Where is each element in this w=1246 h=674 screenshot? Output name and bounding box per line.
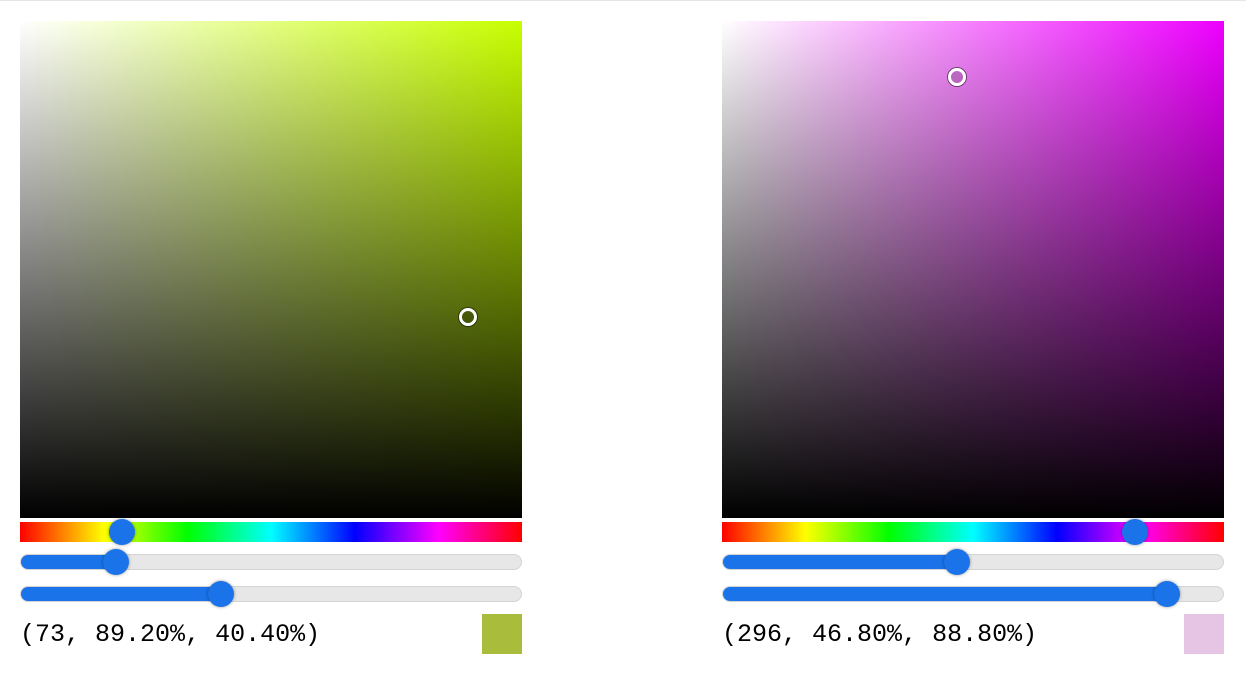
slider-1[interactable] — [722, 554, 1224, 570]
slider-2-fill — [723, 587, 1167, 601]
color-pickers-row: (73, 89.20%, 40.40%) (296, 46.80%, 88.80%… — [20, 21, 1226, 654]
slider-1[interactable] — [20, 554, 522, 570]
hsv-readout: (296, 46.80%, 88.80%) — [722, 620, 1037, 649]
black-gradient-layer — [722, 21, 1224, 518]
saturation-value-area[interactable] — [722, 21, 1224, 518]
hsv-readout: (73, 89.20%, 40.40%) — [20, 620, 320, 649]
hue-thumb[interactable] — [1122, 519, 1148, 545]
hue-thumb[interactable] — [109, 519, 135, 545]
color-picker-0: (73, 89.20%, 40.40%) — [20, 21, 522, 654]
color-swatch — [1184, 614, 1224, 654]
slider-1-thumb[interactable] — [944, 549, 970, 575]
saturation-value: 46.80% — [812, 620, 902, 649]
saturation-value: 89.20% — [95, 620, 185, 649]
slider-2-fill — [21, 587, 221, 601]
sliders-group — [722, 554, 1224, 602]
slider-2-thumb[interactable] — [208, 581, 234, 607]
value-value: 40.40% — [215, 620, 305, 649]
slider-1-thumb[interactable] — [103, 549, 129, 575]
value-value: 88.80% — [932, 620, 1022, 649]
slider-2[interactable] — [722, 586, 1224, 602]
color-picker-1: (296, 46.80%, 88.80%) — [722, 21, 1224, 654]
slider-2-thumb[interactable] — [1154, 581, 1180, 607]
readout-row: (73, 89.20%, 40.40%) — [20, 614, 522, 654]
slider-1-fill — [723, 555, 957, 569]
hue-slider[interactable] — [20, 522, 522, 542]
color-swatch — [482, 614, 522, 654]
hue-value: 73 — [35, 620, 65, 649]
hue-value: 296 — [737, 620, 782, 649]
saturation-value-area[interactable] — [20, 21, 522, 518]
readout-row: (296, 46.80%, 88.80%) — [722, 614, 1224, 654]
slider-1-fill — [21, 555, 116, 569]
black-gradient-layer — [20, 21, 522, 518]
sliders-group — [20, 554, 522, 602]
slider-2[interactable] — [20, 586, 522, 602]
hue-slider[interactable] — [722, 522, 1224, 542]
